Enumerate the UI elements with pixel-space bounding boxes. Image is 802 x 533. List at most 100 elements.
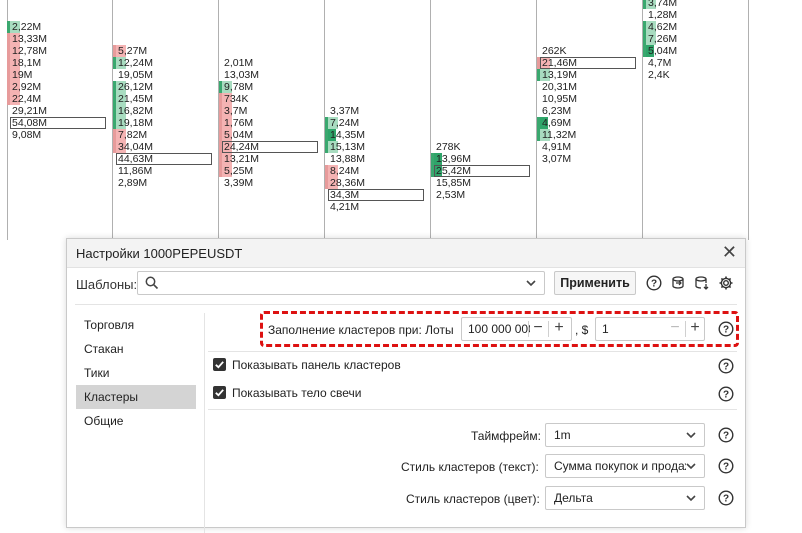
cluster-cell: 13,19M — [540, 69, 636, 81]
cluster-volume: 13,03M — [224, 69, 260, 81]
cluster-cell: 13,21M — [222, 153, 318, 165]
svg-text:?: ? — [723, 462, 729, 473]
cluster-volume: 4,91M — [542, 141, 572, 153]
cluster-cell: 3,07M — [540, 153, 636, 165]
candle-body-segment — [219, 117, 222, 129]
cluster-volume: 19,05M — [118, 69, 154, 81]
nav-item-orderbook[interactable]: Стакан — [76, 337, 196, 361]
cluster-volume: 13,19M — [542, 69, 578, 81]
cluster-cell: 29,21M — [10, 105, 106, 117]
gear-icon[interactable] — [718, 275, 734, 291]
candle-body-segment — [113, 129, 116, 141]
apply-button[interactable]: Применить — [554, 271, 636, 295]
cluster-cell: 1,28M — [646, 9, 742, 21]
cluster-volume: 13,88M — [330, 153, 366, 165]
cluster-cell: 22,4M — [10, 93, 106, 105]
help-icon[interactable]: ? — [718, 427, 734, 443]
cluster-volume: 5,04M — [648, 45, 678, 57]
poc-marker — [10, 117, 106, 129]
poc-marker — [222, 141, 318, 153]
candle-body-segment — [219, 81, 222, 93]
candle-body-segment — [113, 141, 116, 153]
cluster-cell: 278K — [434, 141, 530, 153]
cluster-cell: 11,86M — [116, 165, 212, 177]
candle-body-segment — [219, 165, 222, 177]
cluster-cell: 4,91M — [540, 141, 636, 153]
color-style-select[interactable]: Дельта — [545, 486, 705, 510]
templates-combobox[interactable] — [137, 271, 545, 295]
column-divider — [430, 0, 431, 240]
help-icon[interactable]: ? — [646, 275, 662, 291]
cluster-cell: 4,69M — [540, 117, 636, 129]
cluster-volume: 19M — [12, 69, 33, 81]
cluster-cell: 7,82M — [116, 129, 212, 141]
cluster-cell: 4,21M — [328, 201, 424, 213]
nav-divider — [204, 313, 205, 533]
chevron-down-icon — [686, 432, 696, 439]
svg-text:?: ? — [723, 431, 729, 442]
cluster-cell: 2,92M — [10, 81, 106, 93]
candle-body-segment — [7, 57, 10, 69]
cluster-volume: 11,86M — [118, 165, 153, 177]
cluster-cell: 15,85M — [434, 177, 530, 189]
chevron-down-icon — [686, 463, 696, 470]
cluster-volume: 16,82M — [118, 105, 154, 117]
cluster-cell: 5,04M — [222, 129, 318, 141]
search-icon — [145, 276, 159, 290]
cluster-cell: 20,31M — [540, 81, 636, 93]
candle-body-segment — [643, 21, 646, 33]
nav-item-ticks[interactable]: Тики — [76, 361, 196, 385]
cluster-cell: 19,05M — [116, 69, 212, 81]
cluster-volume: 15,85M — [436, 177, 472, 189]
load-template-icon[interactable] — [670, 275, 686, 291]
candle-body-segment — [7, 81, 10, 93]
candle-body-segment — [325, 129, 328, 141]
help-icon[interactable]: ? — [718, 358, 734, 374]
save-template-icon[interactable] — [694, 275, 710, 291]
timeframe-select[interactable]: 1m — [545, 423, 705, 447]
cluster-cell: 13,88M — [328, 153, 424, 165]
candle-body-segment — [7, 93, 10, 105]
cluster-cell: 34,04M — [116, 141, 212, 153]
cluster-volume: 26,12M — [118, 81, 154, 93]
nav-item-clusters[interactable]: Кластеры — [76, 385, 196, 409]
nav-item-trading[interactable]: Торговля — [76, 313, 196, 337]
help-icon[interactable]: ? — [718, 458, 734, 474]
candle-body-segment — [7, 45, 10, 57]
show-panel-label: Показывать панель кластеров — [232, 358, 401, 372]
cluster-cell: 4,7M — [646, 57, 742, 69]
close-icon[interactable]: ✕ — [722, 243, 737, 261]
dialog-titlebar[interactable]: Настройки 1000PEPEUSDT ✕ — [67, 239, 745, 268]
cluster-volume: 28,36M — [330, 177, 366, 189]
cluster-cell: 1,76M — [222, 117, 318, 129]
cluster-cell: 3,39M — [222, 177, 318, 189]
cluster-cell: 7,26M — [646, 33, 742, 45]
color-style-value: Дельта — [554, 491, 593, 505]
show-panel-checkbox[interactable] — [213, 358, 226, 371]
cluster-volume: 5,25M — [224, 165, 254, 177]
cluster-cell: 11,32M — [540, 129, 636, 141]
cluster-volume: 18,1M — [12, 57, 42, 69]
cluster-volume: 3,39M — [224, 177, 254, 189]
cluster-cell: 3,7M — [222, 105, 318, 117]
show-body-checkbox[interactable] — [213, 386, 226, 399]
cluster-cell: 19M — [10, 69, 106, 81]
cluster-volume: 12,78M — [12, 45, 48, 57]
poc-marker — [434, 165, 530, 177]
candle-body-segment — [643, 33, 646, 45]
cluster-cell: 2,22M — [10, 21, 106, 33]
text-style-select[interactable]: Сумма покупок и продаж — [545, 454, 705, 478]
cluster-volume: 14,35M — [330, 129, 366, 141]
candle-body-segment — [219, 93, 222, 105]
help-icon[interactable]: ? — [718, 490, 734, 506]
svg-text:?: ? — [651, 279, 657, 290]
cluster-chart[interactable]: 2,22M 13,33M 12,78M 18,1M 19M 2,92M 22,4M 29,21… — [0, 0, 802, 240]
nav-item-general[interactable]: Общие — [76, 409, 196, 433]
cluster-volume: 2,92M — [12, 81, 42, 93]
cluster-volume: 7,82M — [118, 129, 148, 141]
candle-body-segment — [219, 129, 222, 141]
candle-body-segment — [325, 141, 328, 153]
candle-body-segment — [113, 57, 116, 69]
help-icon[interactable]: ? — [718, 386, 734, 402]
cluster-volume: 4,62M — [648, 21, 678, 33]
